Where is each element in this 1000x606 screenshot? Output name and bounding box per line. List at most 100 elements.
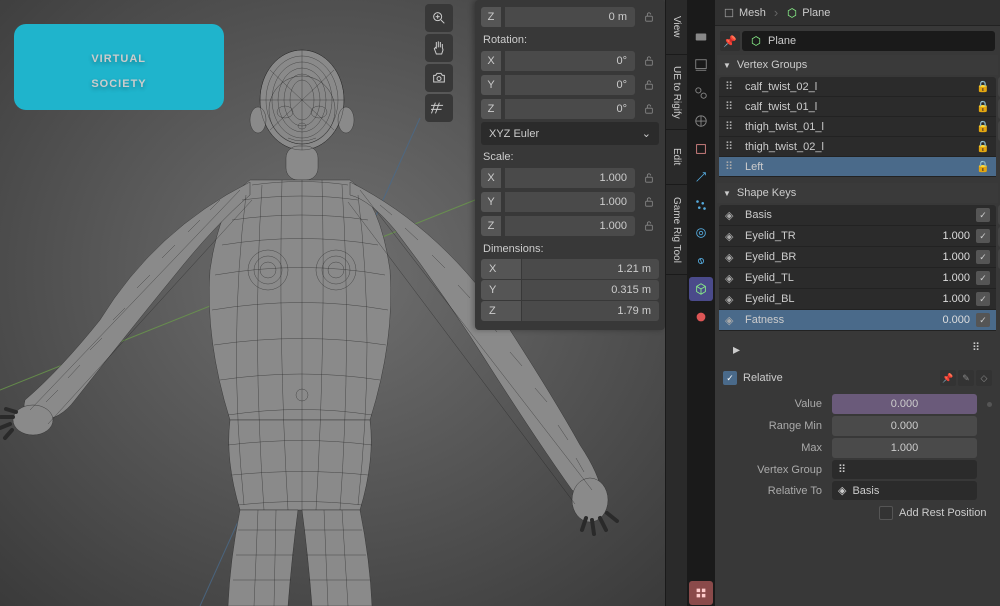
list-item[interactable]: ◈Basis✓ [719,205,996,226]
scale-z[interactable]: 1.000 [505,216,635,236]
chevron-down-icon: ▼ [723,61,731,70]
scale-x[interactable]: 1.000 [505,168,635,188]
tab-ue-rigify[interactable]: UE to Rigify [666,55,687,130]
shapekey-value[interactable]: 0.000 [832,394,977,414]
vertex-group-icon: ⠿ [838,463,846,476]
mute-checkbox[interactable]: ✓ [976,229,990,243]
pin-icon[interactable]: 📌 [720,31,740,51]
loc-z-value[interactable]: 0 m [505,7,635,27]
edit-mode-icon[interactable]: ✎ [958,370,974,386]
lock-icon[interactable] [639,167,659,189]
rot-y[interactable]: 0° [505,75,635,95]
mute-checkbox[interactable]: ✓ [976,271,990,285]
relative-label: Relative [743,372,783,384]
shapekey-icon: ◈ [725,251,739,264]
dim-x[interactable]: 1.21 m [522,259,659,279]
mute-checkbox[interactable]: ✓ [976,313,990,327]
relative-to-dropdown[interactable]: ◈Basis [832,481,977,500]
list-item[interactable]: ⠿calf_twist_01_l🔒 [719,97,996,117]
texture-props-icon[interactable] [689,581,713,605]
list-item[interactable]: ◈Eyelid_TR1.000✓ [719,226,996,247]
viewport-3d[interactable]: VIRTUALSOCIETY Z 0 m Rotation: X0° Y0° Z… [0,0,665,606]
world-props-icon[interactable] [689,109,713,133]
render-props-icon[interactable] [689,25,713,49]
scale-y[interactable]: 1.000 [505,192,635,212]
vertex-group-dropdown[interactable]: ⠿ [832,460,977,479]
mesh-data-icon [750,35,762,47]
lock-icon[interactable]: 🔒 [976,120,990,133]
lock-icon[interactable]: 🔒 [976,140,990,153]
lock-icon[interactable]: 🔒 [976,80,990,93]
particle-props-icon[interactable] [689,193,713,217]
vertex-group-icon: ⠿ [725,140,739,153]
tab-view[interactable]: View [666,0,687,55]
shape-keys-header[interactable]: ▼ Shape Keys [717,183,998,203]
mesh-data-props-icon[interactable] [689,277,713,301]
lock-icon[interactable] [639,74,659,96]
pan-tool[interactable] [425,34,453,62]
viewport-tools [421,0,457,126]
scale-label: Scale: [483,151,659,163]
shapekey-icon: ◈ [725,293,739,306]
lock-icon[interactable] [639,215,659,237]
physics-props-icon[interactable] [689,221,713,245]
scene-props-icon[interactable] [689,81,713,105]
rot-z[interactable]: 0° [505,99,635,119]
output-props-icon[interactable] [689,53,713,77]
zoom-tool[interactable] [425,4,453,32]
camera-tool[interactable] [425,64,453,92]
chevron-right-icon: › [774,5,778,20]
shapekey-icon: ◈ [725,230,739,243]
vertex-group-icon: ⠿ [725,100,739,113]
lock-icon[interactable] [639,98,659,120]
breadcrumb-mesh[interactable]: Mesh [723,7,766,19]
properties-panel: Mesh › Plane 📌 Plane ▼ Vertex Groups [715,0,1000,606]
rotation-label: Rotation: [483,34,659,46]
lock-icon[interactable] [639,50,659,72]
dim-y[interactable]: 0.315 m [522,280,659,300]
list-item[interactable]: ⠿calf_twist_02_l🔒 [719,77,996,97]
lock-icon[interactable] [639,191,659,213]
list-item[interactable]: ⠿Left🔒 [719,157,996,177]
vertex-groups-header[interactable]: ▼ Vertex Groups [717,55,998,75]
list-item[interactable]: ◈Fatness0.000✓ [719,310,996,331]
object-name-input[interactable]: Plane [742,31,995,51]
grid-tool[interactable] [425,94,453,122]
list-item[interactable]: ⠿thigh_twist_02_l🔒 [719,137,996,157]
play-icon[interactable]: ▸ [733,341,740,358]
object-props-icon[interactable] [689,137,713,161]
mute-checkbox[interactable]: ✓ [976,292,990,306]
rot-x[interactable]: 0° [505,51,635,71]
mute-checkbox[interactable]: ✓ [976,250,990,264]
keyframe-icon[interactable] [987,402,992,407]
dim-z[interactable]: 1.79 m [522,301,659,321]
modifier-props-icon[interactable] [689,165,713,189]
add-rest-checkbox[interactable] [879,506,893,520]
shape-keys-list: ◈Basis✓ ◈Eyelid_TR1.000✓ ◈Eyelid_BR1.000… [719,205,996,331]
rotation-mode-dropdown[interactable]: XYZ Euler⌄ [481,122,659,145]
breadcrumb-plane[interactable]: Plane [786,7,830,19]
grip-icon[interactable]: ⠿ [972,341,982,358]
tab-edit[interactable]: Edit [666,130,687,185]
lock-icon[interactable]: 🔒 [976,100,990,113]
relative-checkbox[interactable]: ✓ [723,371,737,385]
constraint-props-icon[interactable] [689,249,713,273]
list-item[interactable]: ◈Eyelid_BL1.000✓ [719,289,996,310]
lock-icon[interactable]: 🔒 [976,160,990,173]
tab-game-rig-tool[interactable]: Game Rig Tool [666,185,687,275]
virtual-society-logo: VIRTUALSOCIETY [14,24,224,110]
material-props-icon[interactable] [689,305,713,329]
mute-checkbox[interactable]: ✓ [976,208,990,222]
range-max[interactable]: 1.000 [832,438,977,458]
lock-icon[interactable] [639,6,659,28]
vertex-group-icon: ⠿ [725,80,739,93]
properties-tabs [687,0,715,606]
range-min[interactable]: 0.000 [832,416,977,436]
list-item[interactable]: ◈Eyelid_BR1.000✓ [719,247,996,268]
chevron-down-icon: ▼ [723,189,731,198]
list-item[interactable]: ⠿thigh_twist_01_l🔒 [719,117,996,137]
pin-icon[interactable]: 📌 [940,370,956,386]
animate-icon[interactable]: ◇ [976,370,992,386]
list-item[interactable]: ◈Eyelid_TL1.000✓ [719,268,996,289]
vertex-group-icon: ⠿ [725,160,739,173]
